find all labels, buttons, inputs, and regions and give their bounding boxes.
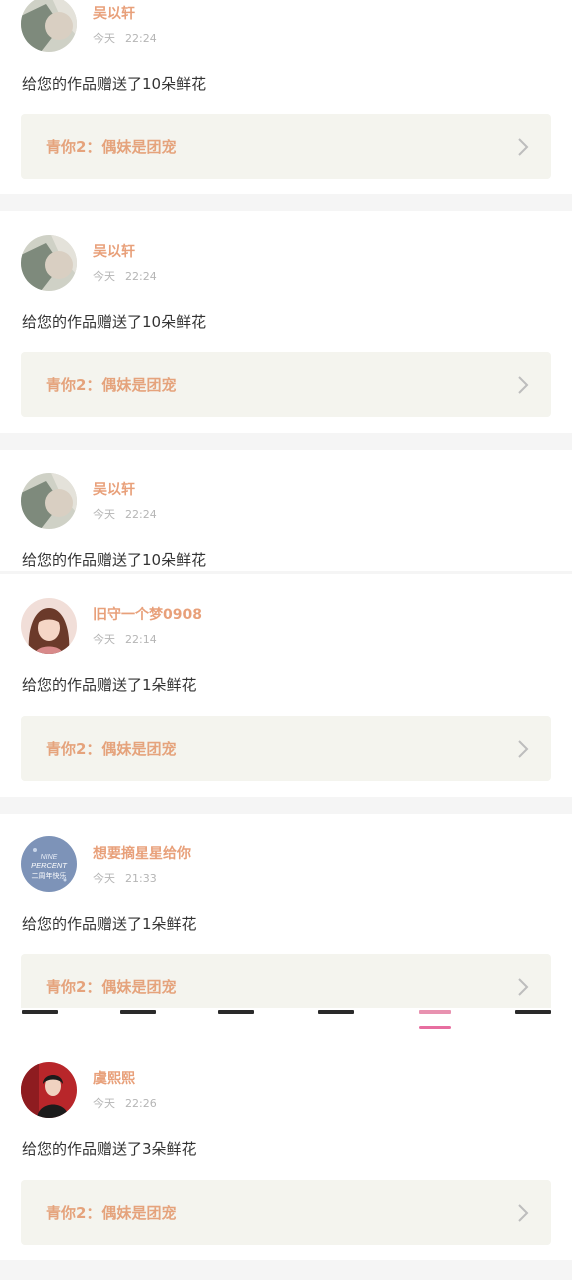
work-card[interactable]: 青你2：偶妹是团宠	[21, 954, 551, 1014]
work-title: 青你2：偶妹是团宠	[46, 138, 177, 156]
avatar-image	[21, 598, 77, 654]
timestamp-day: 今天	[93, 633, 115, 646]
username[interactable]: 虞熙熙	[93, 1069, 135, 1089]
timestamp-time: 21:33	[125, 872, 157, 885]
section-separator	[0, 797, 572, 814]
tab-item[interactable]	[22, 1010, 58, 1014]
gift-message: 给您的作品赠送了10朵鲜花	[22, 551, 207, 569]
timestamp-time: 22:24	[125, 508, 157, 521]
username[interactable]: 旧守一个梦0908	[93, 605, 202, 625]
timestamp-day: 今天	[93, 1097, 115, 1110]
timestamp-day: 今天	[93, 32, 115, 45]
username[interactable]: 吴以轩	[93, 4, 135, 24]
timestamp: 今天 22:24	[93, 507, 157, 523]
tab-item[interactable]	[120, 1010, 156, 1014]
gift-message: 给您的作品赠送了1朵鲜花	[22, 676, 197, 694]
timestamp: 今天 22:14	[93, 632, 157, 648]
tab-item[interactable]	[515, 1010, 551, 1014]
timestamp-time: 22:24	[125, 32, 157, 45]
section-separator	[0, 194, 572, 211]
avatar-badge-text: NINE	[41, 854, 58, 861]
gift-message: 给您的作品赠送了1朵鲜花	[22, 915, 197, 933]
username[interactable]: 吴以轩	[93, 242, 135, 262]
timestamp-time: 22:24	[125, 270, 157, 283]
tab-bar	[0, 1008, 572, 1032]
section-separator	[0, 433, 572, 450]
work-title: 青你2：偶妹是团宠	[46, 376, 177, 394]
section-separator	[0, 1260, 572, 1280]
timestamp: 今天 22:24	[93, 31, 157, 47]
work-card[interactable]: 青你2：偶妹是团宠	[21, 716, 551, 781]
avatar-image	[21, 0, 77, 52]
work-title: 青你2：偶妹是团宠	[46, 1204, 177, 1222]
chevron-right-icon	[518, 740, 529, 758]
gift-message: 给您的作品赠送了3朵鲜花	[22, 1140, 197, 1158]
timestamp-day: 今天	[93, 508, 115, 521]
work-title: 青你2：偶妹是团宠	[46, 740, 177, 758]
chevron-right-icon	[518, 138, 529, 156]
avatar-image	[21, 1062, 77, 1118]
timestamp: 今天 22:26	[93, 1096, 157, 1112]
section-separator	[0, 571, 572, 574]
chevron-right-icon	[518, 376, 529, 394]
chevron-right-icon	[518, 978, 529, 996]
gift-message: 给您的作品赠送了10朵鲜花	[22, 75, 207, 93]
tab-item-active[interactable]	[419, 1010, 451, 1014]
work-title: 青你2：偶妹是团宠	[46, 978, 177, 996]
avatar-image: NINE PERCENT 二周年快乐	[21, 836, 77, 892]
avatar-image	[21, 235, 77, 291]
avatar[interactable]	[21, 0, 77, 52]
avatar[interactable]: NINE PERCENT 二周年快乐	[21, 836, 77, 892]
avatar[interactable]	[21, 235, 77, 291]
timestamp-day: 今天	[93, 270, 115, 283]
avatar[interactable]	[21, 473, 77, 529]
avatar-image	[21, 473, 77, 529]
username[interactable]: 想要摘星星给你	[93, 844, 191, 864]
chevron-right-icon	[518, 1204, 529, 1222]
work-card[interactable]: 青你2：偶妹是团宠	[21, 352, 551, 417]
tab-item[interactable]	[218, 1010, 254, 1014]
work-card[interactable]: 青你2：偶妹是团宠	[21, 114, 551, 179]
timestamp-time: 22:14	[125, 633, 157, 646]
avatar-badge-text: 二周年快乐	[32, 871, 67, 880]
tab-item[interactable]	[318, 1010, 354, 1014]
gift-message: 给您的作品赠送了10朵鲜花	[22, 313, 207, 331]
tab-indicator	[419, 1026, 451, 1029]
timestamp-time: 22:26	[125, 1097, 157, 1110]
timestamp-day: 今天	[93, 872, 115, 885]
avatar[interactable]	[21, 598, 77, 654]
timestamp: 今天 22:24	[93, 269, 157, 285]
work-card[interactable]: 青你2：偶妹是团宠	[21, 1180, 551, 1245]
username[interactable]: 吴以轩	[93, 480, 135, 500]
avatar-badge-text: PERCENT	[31, 861, 68, 870]
avatar[interactable]	[21, 1062, 77, 1118]
timestamp: 今天 21:33	[93, 871, 157, 887]
